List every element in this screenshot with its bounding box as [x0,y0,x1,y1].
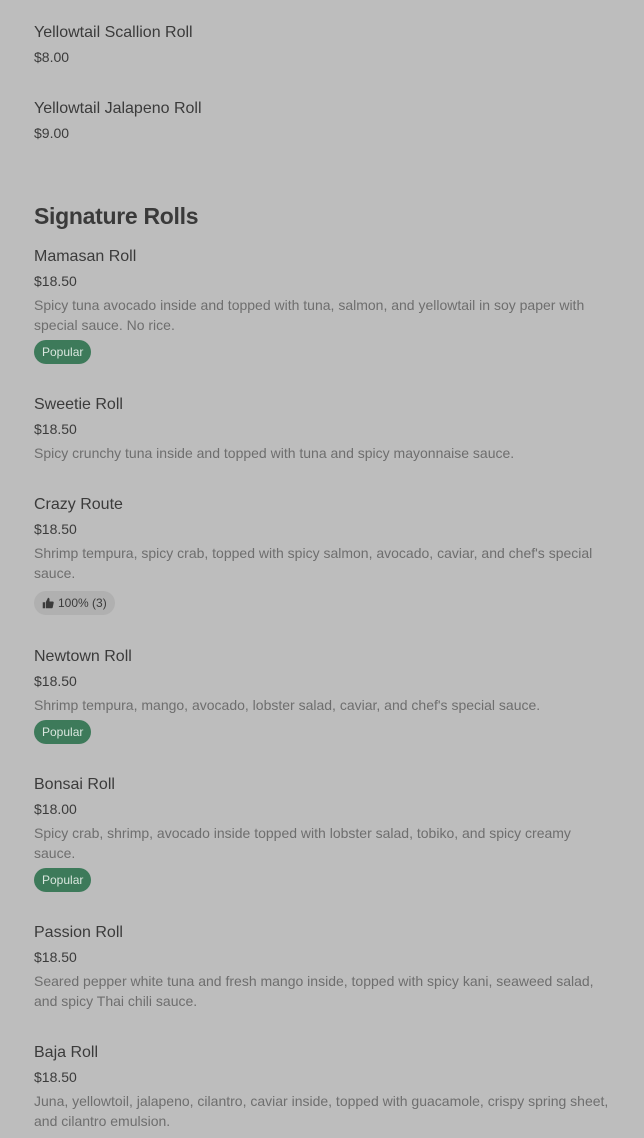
menu-item-yellowtail-scallion-roll[interactable]: Yellowtail Scallion Roll $8.00 [34,23,610,73]
menu-item-description: Shrimp tempura, mango, avocado, lobster … [34,697,541,713]
menu-item-name: Mamasan Roll [34,248,137,265]
menu-item-price: $18.50 [34,949,77,965]
section-title: Signature Rolls [34,203,199,229]
menu-item-name: Passion Roll [34,924,123,941]
menu-item-baja-roll[interactable]: Baja Roll $18.50 Juna, yellowtoil, jalap… [34,1043,610,1135]
menu-item-name: Yellowtail Jalapeno Roll [34,100,202,117]
menu-item-name: Newtown Roll [34,648,132,665]
menu-item-price: $9.00 [34,125,70,141]
menu-item-newtown-roll[interactable]: Newtown Roll $18.50 Shrimp tempura, mang… [34,647,610,747]
menu-item-sweetie-roll[interactable]: Sweetie Roll $18.50 Spicy crunchy tuna i… [34,395,610,467]
popular-badge: Popular [34,340,92,364]
menu-item-price: $18.50 [34,273,77,289]
menu-item-description: Seared pepper white tuna and fresh mango… [34,973,594,1009]
menu-item-description: Juna, yellowtoil, jalapeno, cilantro, ca… [34,1093,609,1129]
menu-item-description: Spicy crab, shrimp, avocado inside toppe… [34,825,571,861]
menu-item-name: Baja Roll [34,1044,99,1061]
menu-item-mamasan-roll[interactable]: Mamasan Roll $18.50 Spicy tuna avocado i… [34,247,610,367]
menu-item-price: $18.50 [34,1069,77,1085]
menu-item-name: Yellowtail Scallion Roll [34,24,193,41]
menu-item-description: Shrimp tempura, spicy crab, topped with … [34,545,593,581]
popular-badge: Popular [34,868,92,892]
menu-item-passion-roll[interactable]: Passion Roll $18.50 Seared pepper white … [34,923,610,1015]
menu-item-bonsai-roll[interactable]: Bonsai Roll $18.00 Spicy crab, shrimp, a… [34,775,610,895]
popular-badge: Popular [34,720,92,744]
menu-item-price: $18.00 [34,801,77,817]
menu-item-name: Bonsai Roll [34,776,115,793]
menu-item-yellowtail-jalapeno-roll[interactable]: Yellowtail Jalapeno Roll $9.00 [34,99,610,149]
menu-item-description: Spicy tuna avocado inside and topped wit… [34,297,585,333]
menu-item-description: Spicy crunchy tuna inside and topped wit… [34,445,515,461]
menu-item-price: $18.50 [34,521,77,537]
menu-item-price: $8.00 [34,49,70,65]
menu-item-price: $18.50 [34,421,77,437]
menu-item-crazy-route[interactable]: Crazy Route $18.50 Shrimp tempura, spicy… [34,495,610,619]
menu-item-name: Sweetie Roll [34,396,123,413]
thumbs-up-icon [42,597,54,609]
rating-badge: 100% (3) [34,591,115,615]
menu-item-name: Crazy Route [34,496,123,513]
rating-text: 100% (3) [58,596,107,610]
menu-item-price: $18.50 [34,673,77,689]
